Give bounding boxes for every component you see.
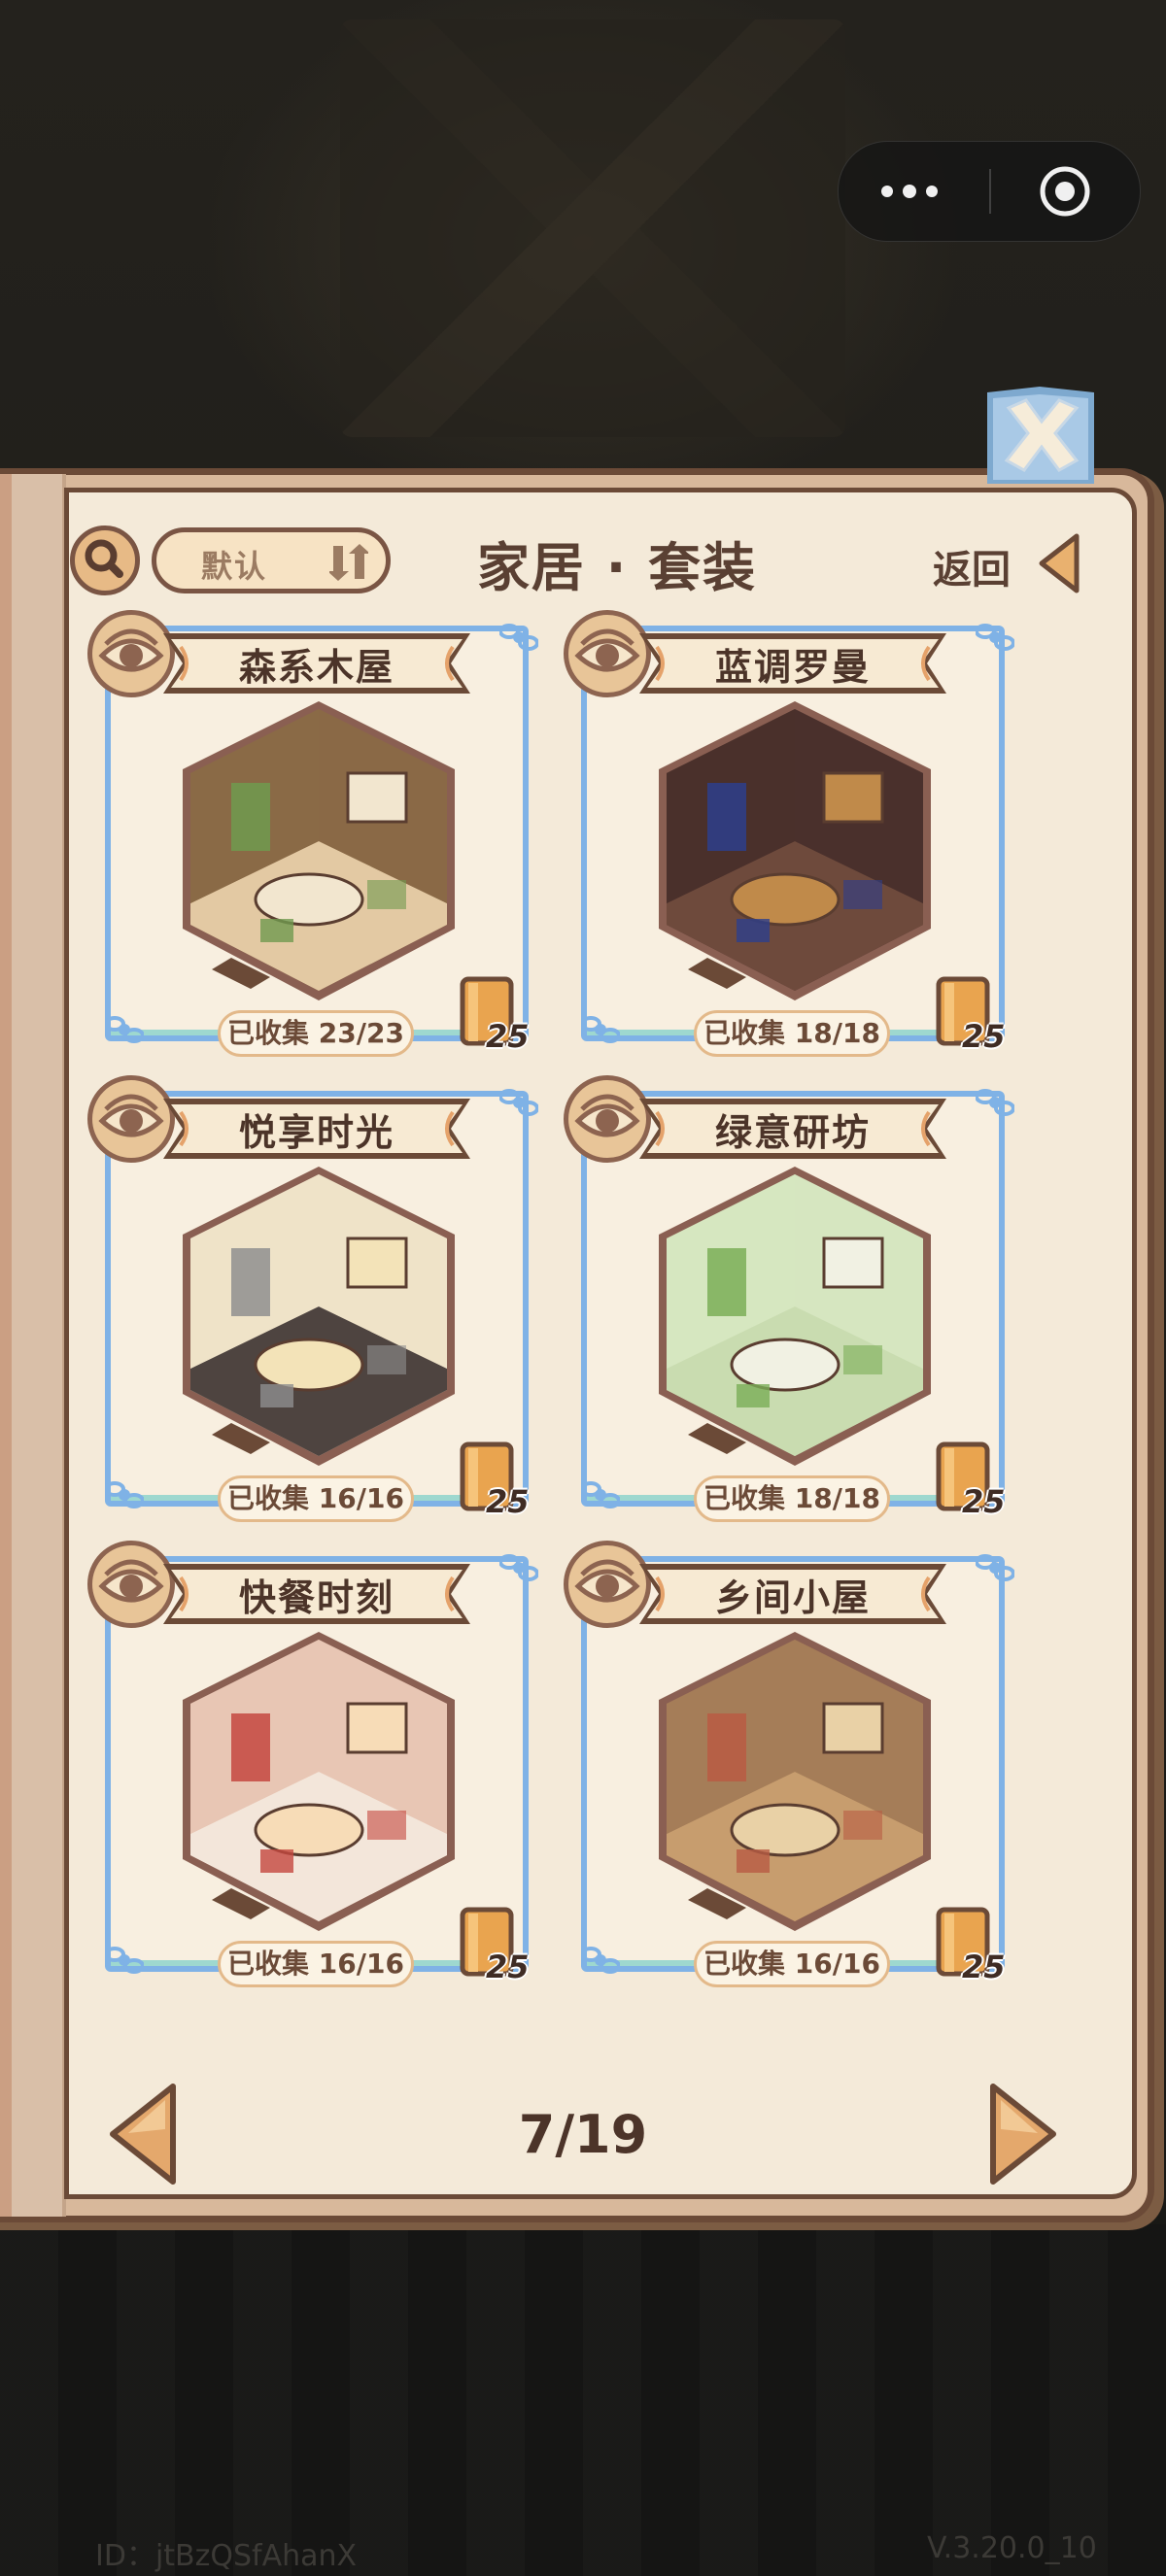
collected-count: 已收集 18/18 — [694, 1010, 890, 1057]
more-icon[interactable] — [881, 181, 949, 202]
bow-icon — [499, 1089, 538, 1116]
capsule-divider — [989, 169, 991, 214]
room-preview — [183, 701, 455, 1000]
eye-icon — [574, 1559, 640, 1603]
book-count: 25 — [486, 1949, 530, 1985]
book-spine-edge — [0, 474, 12, 2217]
eye-icon — [98, 1094, 164, 1137]
suite-card[interactable]: 悦享时光 已收集 16/16 25 — [87, 1075, 538, 1522]
bow-icon — [105, 1016, 144, 1043]
sort-order-icon — [329, 544, 368, 581]
card-title-ribbon — [639, 633, 946, 694]
card-title-ribbon — [639, 1099, 946, 1159]
bow-icon — [976, 1554, 1014, 1581]
card-title-ribbon — [163, 1564, 470, 1624]
preview-button[interactable] — [564, 1075, 651, 1163]
background-floor — [0, 2224, 1166, 2576]
back-label: 返回 — [933, 548, 1011, 593]
back-arrow-icon — [1039, 533, 1080, 593]
card-title-ribbon — [639, 1564, 946, 1624]
prev-page-arrow[interactable] — [105, 2081, 183, 2187]
bow-icon — [581, 1947, 620, 1974]
page-indicator: 7/19 — [518, 2104, 648, 2165]
search-button[interactable] — [70, 525, 140, 595]
collected-count: 已收集 16/16 — [694, 1941, 890, 1987]
sort-button[interactable]: 默认 — [152, 527, 391, 593]
preview-button[interactable] — [87, 1075, 175, 1163]
card-title-ribbon — [163, 1099, 470, 1159]
card-title-ribbon — [163, 633, 470, 694]
eye-icon — [98, 628, 164, 672]
collected-count: 已收集 18/18 — [694, 1475, 890, 1522]
book-count: 25 — [486, 1483, 530, 1520]
book-count: 25 — [486, 1018, 530, 1055]
collected-count: 已收集 16/16 — [218, 1475, 414, 1522]
bow-icon — [105, 1947, 144, 1974]
preview-button[interactable] — [87, 610, 175, 697]
room-preview — [659, 701, 931, 1000]
preview-button[interactable] — [564, 610, 651, 697]
bow-icon — [499, 1554, 538, 1581]
page-title: 家居 · 套装 — [476, 537, 758, 598]
eye-icon — [98, 1559, 164, 1603]
room-preview — [183, 1167, 455, 1466]
preview-button[interactable] — [564, 1541, 651, 1628]
room-preview — [659, 1632, 931, 1931]
bow-icon — [976, 624, 1014, 651]
user-id-label: ID：jtBzQSfAhanX — [95, 2539, 358, 2573]
background-house — [340, 19, 845, 437]
version-label: V.3.20.0_10 — [927, 2531, 1097, 2565]
back-button[interactable]: 返回 — [933, 530, 1088, 598]
preview-button[interactable] — [87, 1541, 175, 1628]
search-icon — [85, 539, 123, 578]
room-preview — [183, 1632, 455, 1931]
close-icon[interactable] — [983, 387, 1098, 490]
book-count: 25 — [962, 1483, 1006, 1520]
suite-card[interactable]: 绿意研坊 已收集 18/18 25 — [564, 1075, 1014, 1522]
bow-icon — [581, 1481, 620, 1508]
bow-icon — [976, 1089, 1014, 1116]
eye-icon — [574, 628, 640, 672]
suite-card[interactable]: 快餐时刻 已收集 16/16 25 — [87, 1541, 538, 1987]
book-count: 25 — [962, 1018, 1006, 1055]
book-count: 25 — [962, 1949, 1006, 1985]
eye-icon — [574, 1094, 640, 1137]
suite-card[interactable]: 森系木屋 已收集 23/23 25 — [87, 610, 538, 1057]
miniprogram-capsule — [838, 141, 1141, 242]
close-miniprogram-icon[interactable] — [1039, 165, 1091, 218]
bow-icon — [499, 624, 538, 651]
sort-label: 默认 — [201, 548, 268, 585]
suite-card[interactable]: 蓝调罗曼 已收集 18/18 25 — [564, 610, 1014, 1057]
collected-count: 已收集 23/23 — [218, 1010, 414, 1057]
bow-icon — [105, 1481, 144, 1508]
room-preview — [659, 1167, 931, 1466]
suite-card[interactable]: 乡间小屋 已收集 16/16 25 — [564, 1541, 1014, 1987]
bow-icon — [581, 1016, 620, 1043]
collected-count: 已收集 16/16 — [218, 1941, 414, 1987]
next-page-arrow[interactable] — [983, 2081, 1061, 2187]
